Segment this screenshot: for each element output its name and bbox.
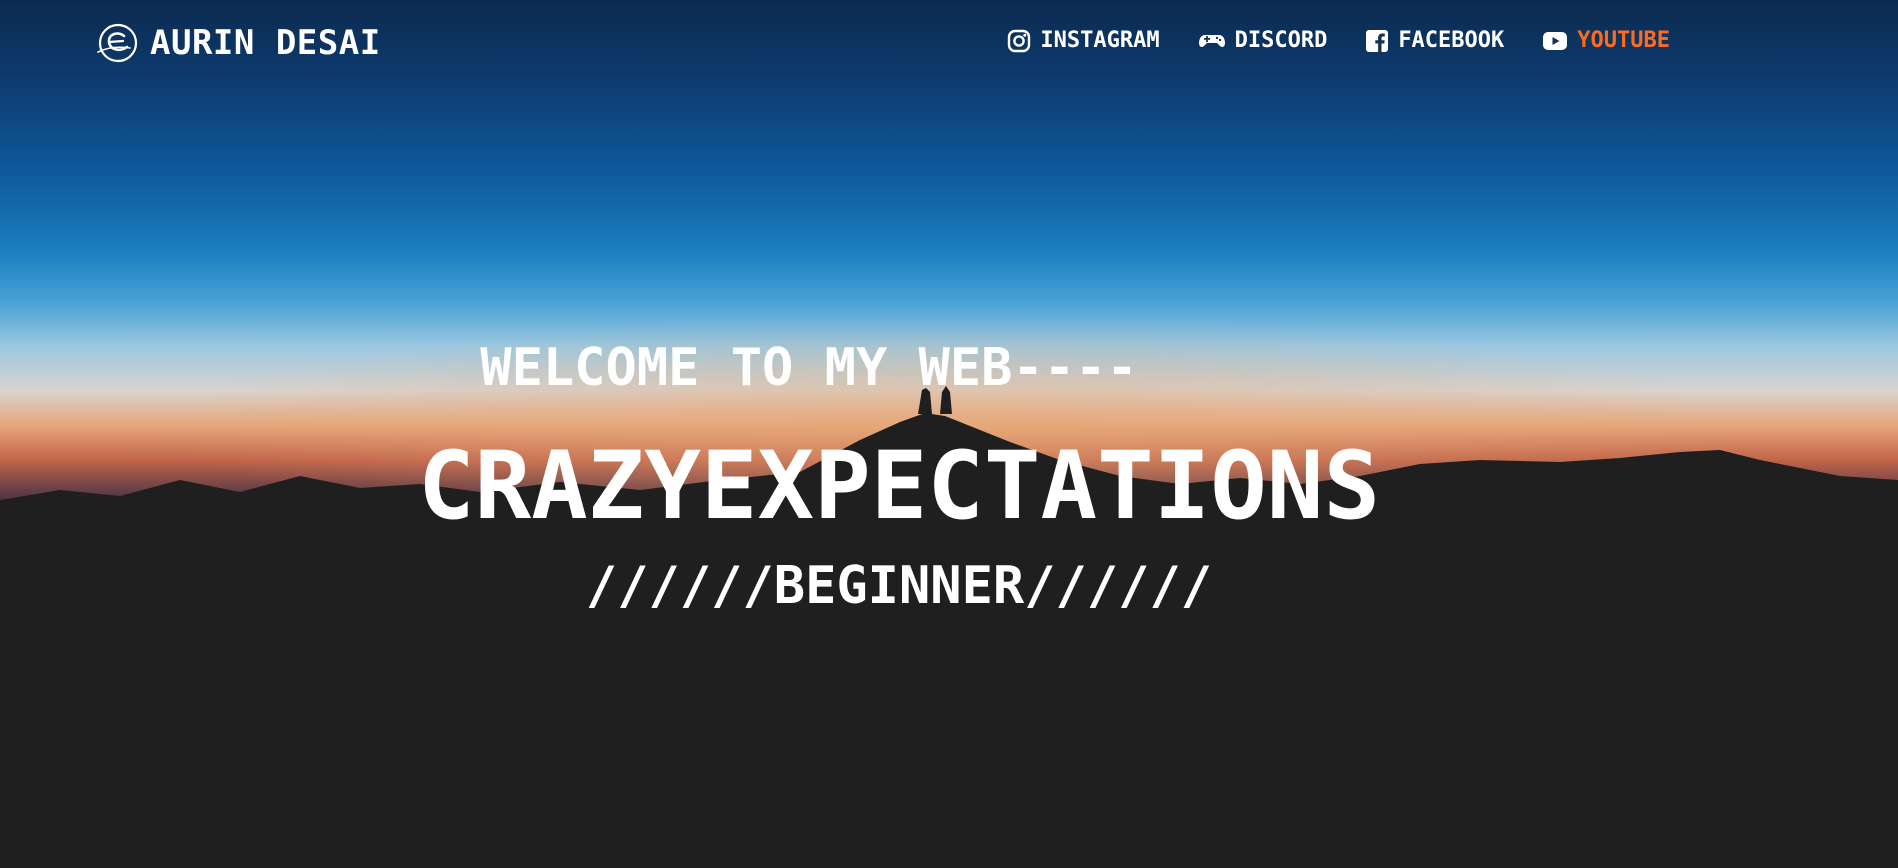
brand-name: AURIN DESAI — [150, 23, 381, 63]
script-e-logo-icon — [97, 23, 138, 63]
nav-link-instagram[interactable]: INSTAGRAM — [1007, 28, 1160, 53]
youtube-icon — [1543, 31, 1568, 50]
nav-link-discord[interactable]: DISCORD — [1198, 28, 1328, 53]
main-title: CRAZYEXPECTATIONS — [417, 432, 1381, 541]
hero-section: AURIN DESAI INSTAGRAM DISCORD FACEBOOK Y… — [0, 0, 1898, 868]
nav-label-youtube: YOUTUBE — [1577, 28, 1670, 53]
nav-link-facebook[interactable]: FACEBOOK — [1365, 28, 1504, 53]
nav-label-facebook: FACEBOOK — [1398, 28, 1505, 53]
brand[interactable]: AURIN DESAI — [96, 22, 381, 64]
facebook-icon — [1366, 29, 1389, 52]
gamepad-icon — [1198, 34, 1225, 47]
nav-links: INSTAGRAM DISCORD FACEBOOK YOUTUBE — [969, 28, 1670, 53]
tagline: //////BEGINNER////// — [585, 556, 1213, 616]
top-navbar: AURIN DESAI INSTAGRAM DISCORD FACEBOOK Y… — [0, 0, 1898, 86]
nav-link-youtube[interactable]: YOUTUBE — [1542, 28, 1670, 53]
instagram-icon — [1008, 29, 1031, 52]
nav-label-instagram: INSTAGRAM — [1040, 28, 1160, 53]
welcome-heading: WELCOME TO MY WEB---- — [480, 338, 1138, 398]
nav-label-discord: DISCORD — [1234, 28, 1328, 53]
